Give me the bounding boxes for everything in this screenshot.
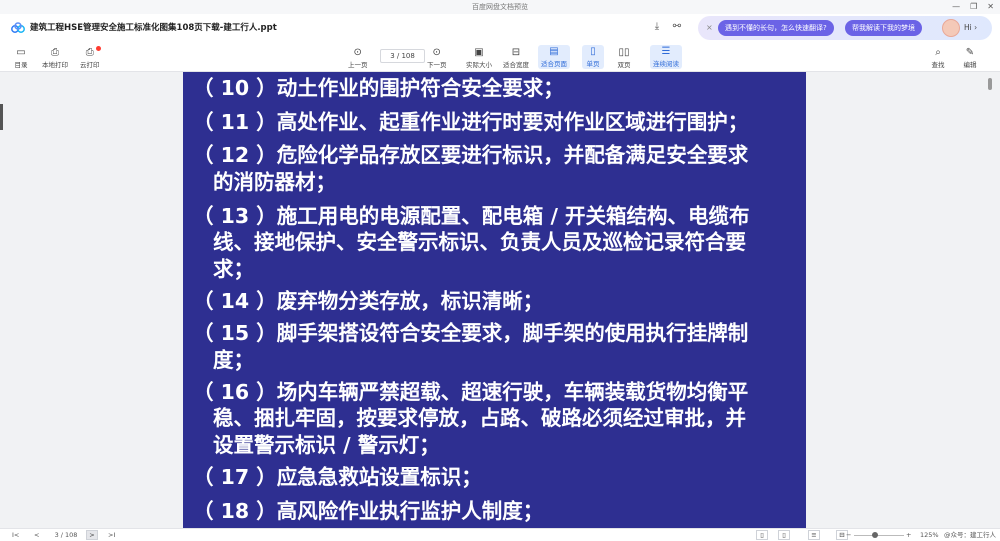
share-icon[interactable]: ⚯ <box>670 20 684 34</box>
continuous-read-button[interactable]: ☰ 连续阅读 <box>650 45 682 69</box>
vertical-scrollbar[interactable] <box>988 78 992 90</box>
single-page-label: 单页 <box>586 60 600 68</box>
slide-line: 的消防器材； <box>213 170 336 194</box>
zoom-level: 125% <box>920 531 939 539</box>
minimize-button[interactable]: — <box>952 0 960 14</box>
first-page-button[interactable]: I< <box>12 529 19 541</box>
slide-line: 求； <box>213 257 254 281</box>
slide-line: （ 12 ）危险化学品存放区要进行标识，并配备满足安全要求 <box>193 143 749 167</box>
page-number-input[interactable]: 3 / 108 <box>380 49 425 63</box>
viewer-toolbar <box>0 42 1000 72</box>
search-label: 查找 <box>931 61 945 69</box>
zoom-slider-track[interactable] <box>854 535 904 536</box>
baidu-netdisk-logo-icon <box>11 22 25 33</box>
search-icon: ⌕ <box>935 47 941 58</box>
fit-width-button[interactable]: ⊟ 适合宽度 <box>503 46 529 70</box>
assistant-close-icon[interactable]: × <box>706 21 713 35</box>
slide-line: （ 18 ）高风险作业执行监护人制度； <box>193 499 544 523</box>
assistant-avatar[interactable] <box>942 19 960 37</box>
fit-page-icon: ▤ <box>549 46 559 57</box>
close-window-button[interactable]: ✕ <box>987 0 994 14</box>
ai-assistant-bar: × 遇到不懂的长句，怎么快速翻译? 帮我解读下我的梦境 Hi › <box>698 16 992 40</box>
slide-line: （ 13 ）施工用电的电源配置、配电箱 / 开关箱结构、电缆布 <box>193 204 750 228</box>
document-header: 建筑工程HSE管理安全施工标准化图集108页下载-建工行人.ppt ⤓ ⚯ × … <box>0 14 1000 42</box>
slide-line: （ 16 ）场内车辆严禁超载、超速行驶，车辆装载货物均衡平 <box>193 380 749 404</box>
pencil-icon: ✎ <box>965 47 975 58</box>
double-page-label: 双页 <box>617 61 631 69</box>
next-page-button[interactable]: ⊙ 下一页 <box>427 46 447 70</box>
prev-page-button[interactable]: ⊙ 上一页 <box>348 46 368 70</box>
next-page-icon: ⊙ <box>432 47 441 58</box>
edit-button[interactable]: ✎ 编辑 <box>962 46 978 70</box>
fit-page-button[interactable]: ▤ 适合页面 <box>538 45 570 69</box>
status-prev-page-button[interactable]: < <box>34 529 39 541</box>
file-name: 建筑工程HSE管理安全施工标准化图集108页下载-建工行人.ppt <box>30 23 277 33</box>
single-page-view-icon[interactable]: ▯ <box>756 530 768 540</box>
slide-line: （ 14 ）废弃物分类存放，标识清晰； <box>193 289 544 313</box>
last-page-button[interactable]: >I <box>108 529 115 541</box>
slide-line: （ 10 ）动土作业的围护符合安全要求； <box>193 76 564 100</box>
window-titlebar: 百度网盘文档预览 — ❐ ✕ <box>0 0 1000 14</box>
slide-line: 稳、捆扎牢固，按要求停放，占路、破路必须经过审批，并 <box>213 406 746 430</box>
cloud-print-label: 云打印 <box>80 61 100 69</box>
single-page-button[interactable]: ▯ 单页 <box>582 45 604 69</box>
notification-dot <box>96 46 101 51</box>
actual-size-icon: ▣ <box>474 47 484 58</box>
zoom-out-button[interactable]: − <box>846 529 851 541</box>
status-next-page-button[interactable]: > <box>86 530 98 540</box>
download-icon[interactable]: ⤓ <box>650 20 664 34</box>
double-page-view-icon[interactable]: ▯ <box>778 530 790 540</box>
slide-line: （ 11 ）高处作业、起重作业进行时要对作业区域进行围护； <box>193 110 749 134</box>
left-edge-marker <box>0 104 3 130</box>
slide-page: （ 10 ）动土作业的围护符合安全要求； （ 11 ）高处作业、起重作业进行时要… <box>183 72 806 528</box>
slide-line: 度； <box>213 348 254 372</box>
double-page-icon: ▯▯ <box>618 47 630 58</box>
fit-width-label: 适合宽度 <box>503 61 529 69</box>
restore-button[interactable]: ❐ <box>970 0 977 14</box>
fit-page-label: 适合页面 <box>541 60 567 68</box>
prev-page-icon: ⊙ <box>353 47 362 58</box>
edit-label: 编辑 <box>963 61 977 69</box>
watermark-text: @众号：建工行人 <box>944 531 996 539</box>
zoom-in-button[interactable]: + <box>906 529 911 541</box>
next-page-label: 下一页 <box>427 61 447 69</box>
actual-size-button[interactable]: ▣ 实际大小 <box>466 46 492 70</box>
status-page-indicator[interactable]: 3 / 108 <box>50 529 82 541</box>
search-button[interactable]: ⌕ 查找 <box>930 46 946 70</box>
assistant-suggestion-dream[interactable]: 帮我解读下我的梦境 <box>845 20 922 36</box>
window-controls: — ❐ ✕ <box>952 0 994 14</box>
slide-line: 设置警示标识 / 警示灯； <box>213 433 440 457</box>
continuous-view-icon[interactable]: ≡ <box>808 530 820 540</box>
continuous-read-icon: ☰ <box>661 46 671 57</box>
fit-width-icon: ⊟ <box>511 47 521 58</box>
zoom-slider-handle[interactable] <box>872 532 878 538</box>
printer-icon: ⎙ <box>51 47 59 58</box>
continuous-read-label: 连续阅读 <box>653 60 679 68</box>
double-page-button[interactable]: ▯▯ 双页 <box>616 46 632 70</box>
local-print-button[interactable]: ⎙ 本地打印 <box>42 46 68 70</box>
catalog-button[interactable]: ▭ 目录 <box>13 46 29 70</box>
local-print-label: 本地打印 <box>42 61 68 69</box>
window-title: 百度网盘文档预览 <box>472 3 528 11</box>
single-page-icon: ▯ <box>590 46 596 57</box>
catalog-icon: ▭ <box>16 47 26 58</box>
catalog-label: 目录 <box>14 61 28 69</box>
slide-line: （ 17 ）应急急救站设置标识； <box>193 465 482 489</box>
status-bar: I< < 3 / 108 > >I ▯ ▯ ≡ ⊟ − + 125% @众号：建… <box>0 528 1000 541</box>
assistant-suggestion-translate[interactable]: 遇到不懂的长句，怎么快速翻译? <box>718 20 834 36</box>
slide-line: （ 15 ）脚手架搭设符合安全要求，脚手架的使用执行挂牌制 <box>193 321 749 345</box>
assistant-greeting[interactable]: Hi › <box>964 21 977 35</box>
actual-size-label: 实际大小 <box>466 61 492 69</box>
slide-line: 线、接地保护、安全警示标识、负责人员及巡检记录符合要 <box>213 230 746 254</box>
prev-page-label: 上一页 <box>348 61 368 69</box>
